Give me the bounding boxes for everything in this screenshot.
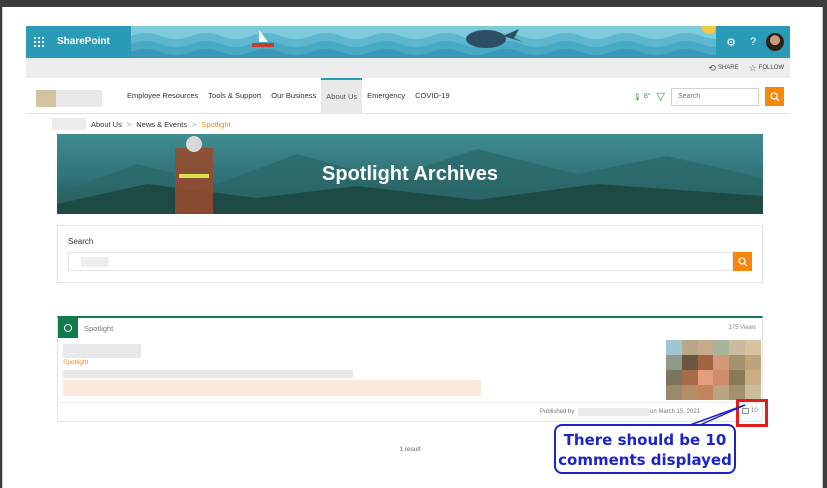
archive-search-button[interactable] <box>733 252 752 271</box>
breadcrumb-item-news-events[interactable]: News & Events <box>136 120 187 129</box>
published-date: on March 15, 2021 <box>650 409 701 415</box>
article-title-redacted[interactable] <box>63 344 141 358</box>
category-icon <box>58 318 78 338</box>
page-action-bar: ⟲ SHARE ☆ FOLLOW <box>26 58 790 78</box>
card-footer: Published by on March 15, 2021 10 <box>58 402 762 422</box>
nav-item-emergency[interactable]: Emergency <box>362 78 410 114</box>
nav-item-covid-19[interactable]: COVID-19 <box>410 78 455 114</box>
article-summary-redacted <box>63 370 353 378</box>
user-avatar[interactable] <box>766 33 784 51</box>
spotlight-result-card[interactable]: Spotlight 375 Views Spotlight Published … <box>57 316 763 422</box>
nav-tools: 🌡 8° ▽ <box>633 87 784 106</box>
view-count: 375 Views <box>728 325 756 331</box>
follow-button[interactable]: ☆ FOLLOW <box>749 63 784 74</box>
breadcrumb-current: Spotlight <box>201 119 231 129</box>
breadcrumb-separator: > <box>192 119 197 129</box>
share-icon: ⟲ <box>708 62 716 73</box>
search-webpart: Search <box>57 225 763 283</box>
annotation-highlight-box <box>736 399 768 427</box>
archive-search-input[interactable] <box>68 252 733 271</box>
share-button[interactable]: ⟲ SHARE <box>708 63 738 74</box>
nav-search-input[interactable] <box>671 87 759 106</box>
page-title: Spotlight Archives <box>322 163 498 185</box>
published-by-label: Published by <box>540 409 575 415</box>
nav-item-tools-support[interactable]: Tools & Support <box>203 78 266 114</box>
suite-brand[interactable]: SharePoint <box>51 26 131 58</box>
category-label: Spotlight <box>84 324 114 333</box>
filter-icon[interactable]: ▽ <box>657 90 665 103</box>
author-redacted[interactable] <box>578 408 650 416</box>
article-tag[interactable]: Spotlight <box>63 359 88 366</box>
article-thumbnail[interactable] <box>666 340 761 400</box>
nav-item-about-us[interactable]: About Us <box>321 78 363 114</box>
annotation-line-2: comments displayed <box>558 451 732 469</box>
waffle-icon <box>33 37 44 47</box>
nav-item-employee-resources[interactable]: Employee Resources <box>122 78 203 114</box>
article-excerpt-redacted <box>63 380 481 396</box>
thermometer-icon: 🌡 <box>632 93 642 101</box>
nav-item-our-business[interactable]: Our Business <box>266 78 321 114</box>
settings-gear-icon[interactable]: ⚙ <box>722 36 740 49</box>
share-label: SHARE <box>717 65 739 71</box>
search-icon <box>769 91 779 101</box>
hero-banner: Spotlight Archives <box>57 134 763 214</box>
star-icon: ☆ <box>748 62 757 73</box>
top-nav: Employee Resources Tools & Support Our B… <box>122 78 455 114</box>
breadcrumb-home-redacted[interactable] <box>52 118 86 130</box>
site-logo[interactable] <box>36 90 102 107</box>
breadcrumb-separator: > <box>126 119 132 129</box>
annotation-callout: There should be 10 comments displayed <box>554 424 736 474</box>
annotation-line-1: There should be 10 <box>563 431 727 449</box>
nav-search-button[interactable] <box>765 87 784 106</box>
header-banner-illustration <box>131 26 741 58</box>
search-icon <box>737 256 747 266</box>
help-icon[interactable]: ? <box>744 36 762 48</box>
breadcrumb-item-about-us[interactable]: About Us <box>91 120 122 129</box>
suite-bar: SharePoint ⚙ ? <box>26 26 790 58</box>
site-navigation: Employee Resources Tools & Support Our B… <box>26 78 790 114</box>
card-header: Spotlight 375 Views <box>58 318 762 338</box>
suite-actions: ⚙ ? <box>716 26 790 58</box>
search-label: Search <box>68 237 94 246</box>
search-value-redacted <box>81 257 109 267</box>
follow-label: FOLLOW <box>758 65 784 71</box>
weather-widget[interactable]: 🌡 8° <box>633 93 651 101</box>
app-launcher-button[interactable] <box>26 26 51 58</box>
breadcrumb: About Us > News & Events > Spotlight <box>52 116 231 132</box>
weather-temp: 8° <box>643 93 651 100</box>
